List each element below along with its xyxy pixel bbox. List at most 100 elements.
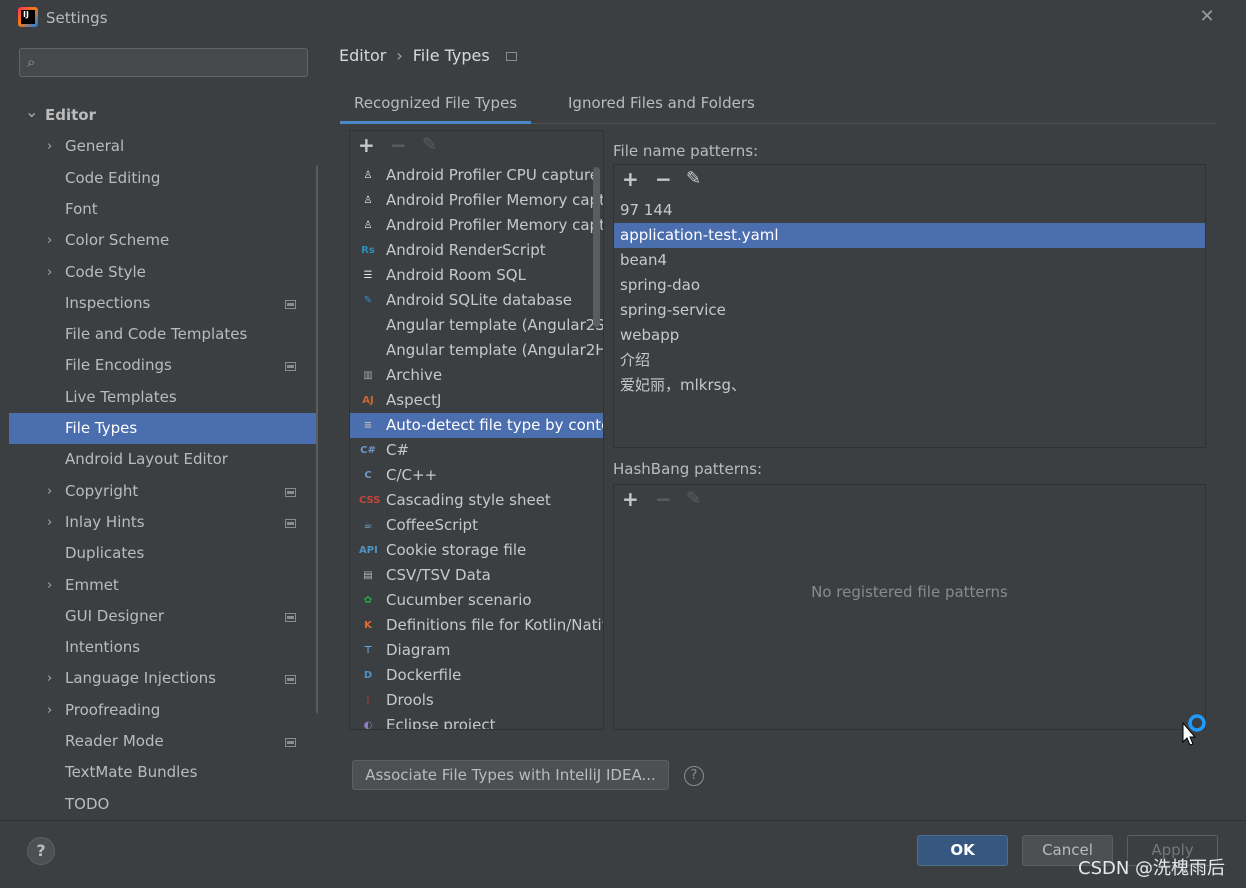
patterns-toolbar: + − ✎	[614, 165, 1205, 195]
chevron-right-icon[interactable]: ›	[47, 225, 52, 256]
file-type-row[interactable]: C# C#	[350, 438, 603, 463]
help-button[interactable]: ?	[27, 837, 55, 865]
sidebar-item-gui-designer[interactable]: GUI Designer	[9, 601, 318, 632]
sidebar-item-intentions[interactable]: Intentions	[9, 632, 318, 663]
file-type-row[interactable]: AJ AspectJ	[350, 388, 603, 413]
sidebar-item-duplicates[interactable]: Duplicates	[9, 538, 318, 569]
pattern-row[interactable]: 97 144	[614, 198, 1205, 223]
add-pattern-icon[interactable]: +	[622, 167, 639, 191]
file-type-row[interactable]: K Definitions file for Kotlin/Native	[350, 613, 603, 638]
sidebar-item-file-types[interactable]: File Types	[9, 413, 318, 444]
sidebar-item-code-editing[interactable]: Code Editing	[9, 163, 318, 194]
file-type-label: Diagram	[386, 641, 451, 659]
file-types-scrollbar[interactable]	[593, 167, 600, 327]
pattern-row[interactable]: spring-service	[614, 298, 1205, 323]
sidebar-item-live-templates[interactable]: Live Templates	[9, 382, 318, 413]
sidebar-item-label: Language Injections	[65, 669, 216, 688]
sidebar-item-todo[interactable]: TODO	[9, 789, 318, 820]
file-type-row[interactable]: Angular template (Angular2Svg)	[350, 313, 603, 338]
coffeescript-icon: ☕	[363, 520, 373, 531]
tab-ignored-files[interactable]: Ignored Files and Folders	[554, 86, 769, 124]
sidebar-item-copyright[interactable]: › Copyright	[9, 476, 318, 507]
chevron-right-icon[interactable]: ›	[47, 507, 52, 538]
chevron-down-icon[interactable]: ⌄	[25, 96, 38, 127]
pattern-row[interactable]: bean4	[614, 248, 1205, 273]
sidebar-item-textmate-bundles[interactable]: TextMate Bundles	[9, 757, 318, 788]
question-icon[interactable]: ?	[684, 766, 704, 786]
settings-search-input[interactable]: ⌕	[19, 48, 308, 77]
file-type-row[interactable]: ☰ Android Room SQL	[350, 263, 603, 288]
edit-icon[interactable]: ✎	[422, 133, 437, 157]
sidebar-item-proofreading[interactable]: › Proofreading	[9, 695, 318, 726]
sidebar-item-color-scheme[interactable]: › Color Scheme	[9, 225, 318, 256]
add-icon[interactable]: +	[358, 133, 375, 157]
file-type-row[interactable]: ✎ Android SQLite database	[350, 288, 603, 313]
edit-hashbang-icon[interactable]: ✎	[686, 487, 701, 511]
sidebar-item-label: Proofreading	[65, 700, 161, 719]
sidebar-item-font[interactable]: Font	[9, 194, 318, 225]
file-type-row[interactable]: ▤ CSV/TSV Data	[350, 563, 603, 588]
pattern-row[interactable]: webapp	[614, 323, 1205, 348]
breadcrumb-current: File Types	[412, 46, 490, 65]
pattern-row[interactable]: 介绍	[614, 348, 1205, 373]
hashbang-toolbar: + − ✎	[614, 485, 1205, 515]
file-type-row[interactable]: API Cookie storage file	[350, 538, 603, 563]
file-type-row[interactable]: ♙ Android Profiler Memory capture	[350, 188, 603, 213]
sidebar-item-file-and-code-templates[interactable]: File and Code Templates	[9, 319, 318, 350]
add-hashbang-icon[interactable]: +	[622, 487, 639, 511]
sidebar-item-label: Live Templates	[65, 387, 177, 406]
sidebar-item-language-injections[interactable]: › Language Injections	[9, 663, 318, 694]
file-type-row[interactable]: C C/C++	[350, 463, 603, 488]
associate-file-types-button[interactable]: Associate File Types with IntelliJ IDEA.…	[352, 760, 669, 790]
sidebar-item-label: Reader Mode	[65, 732, 164, 750]
sidebar-item-reader-mode[interactable]: Reader Mode	[9, 726, 318, 757]
file-type-label: Android RenderScript	[386, 241, 546, 259]
close-icon[interactable]: ✕	[1196, 6, 1218, 28]
sidebar-item-android-layout-editor[interactable]: Android Layout Editor	[9, 444, 318, 475]
file-type-row[interactable]: ≡ Auto-detect file type by content	[350, 413, 603, 438]
edit-pattern-icon[interactable]: ✎	[686, 167, 701, 191]
file-type-row[interactable]: ▥ Archive	[350, 363, 603, 388]
file-type-row[interactable]: D Dockerfile	[350, 663, 603, 688]
file-type-row[interactable]: Rs Android RenderScript	[350, 238, 603, 263]
file-type-row[interactable]: ♙ Android Profiler CPU capture	[350, 163, 603, 188]
file-type-row[interactable]: ¦ Drools	[350, 688, 603, 713]
pattern-row[interactable]: spring-dao	[614, 273, 1205, 298]
file-type-row[interactable]: CSS Cascading style sheet	[350, 488, 603, 513]
angular-icon	[359, 317, 377, 335]
file-type-row[interactable]: ◐ Eclipse project	[350, 713, 603, 730]
file-type-row[interactable]: ⊤ Diagram	[350, 638, 603, 663]
sidebar-item-editor[interactable]: ⌄ Editor	[9, 100, 318, 131]
chevron-right-icon[interactable]: ›	[47, 257, 52, 288]
chevron-right-icon[interactable]: ›	[47, 570, 52, 601]
file-type-row[interactable]: ✿ Cucumber scenario	[350, 588, 603, 613]
remove-hashbang-icon[interactable]: −	[655, 487, 672, 511]
renderscript-icon: Rs	[361, 245, 375, 256]
chevron-right-icon[interactable]: ›	[47, 476, 52, 507]
sidebar-item-label: Inlay Hints	[65, 512, 145, 531]
sidebar-item-general[interactable]: › General	[9, 131, 318, 162]
pattern-row[interactable]: 爱妃丽，mlkrsg、	[614, 373, 1205, 398]
chevron-right-icon[interactable]: ›	[47, 663, 52, 694]
remove-pattern-icon[interactable]: −	[655, 167, 672, 191]
file-type-row[interactable]: ♙ Android Profiler Memory capture	[350, 213, 603, 238]
breadcrumb-parent[interactable]: Editor	[339, 46, 386, 65]
sidebar-item-inspections[interactable]: Inspections	[9, 288, 318, 319]
sidebar-item-file-encodings[interactable]: File Encodings	[9, 350, 318, 381]
ok-button[interactable]: OK	[917, 835, 1008, 866]
project-scope-icon	[285, 675, 296, 685]
remove-icon[interactable]: −	[390, 133, 407, 157]
file-type-row[interactable]: ☕ CoffeeScript	[350, 513, 603, 538]
csdn-watermark: CSDN @洗槐雨后	[1078, 858, 1226, 879]
file-type-row[interactable]: Angular template (Angular2Html)	[350, 338, 603, 363]
chevron-right-icon[interactable]: ›	[47, 131, 52, 162]
file-type-label: Cucumber scenario	[386, 591, 532, 609]
pattern-row[interactable]: application-test.yaml	[614, 223, 1205, 248]
sidebar-item-label: Code Editing	[65, 168, 161, 187]
chevron-right-icon[interactable]: ›	[47, 695, 52, 726]
sidebar-item-code-style[interactable]: › Code Style	[9, 257, 318, 288]
sidebar-item-emmet[interactable]: › Emmet	[9, 570, 318, 601]
sidebar-item-inlay-hints[interactable]: › Inlay Hints	[9, 507, 318, 538]
tab-recognized-file-types[interactable]: Recognized File Types	[340, 86, 532, 124]
file-type-label: Eclipse project	[386, 716, 496, 730]
